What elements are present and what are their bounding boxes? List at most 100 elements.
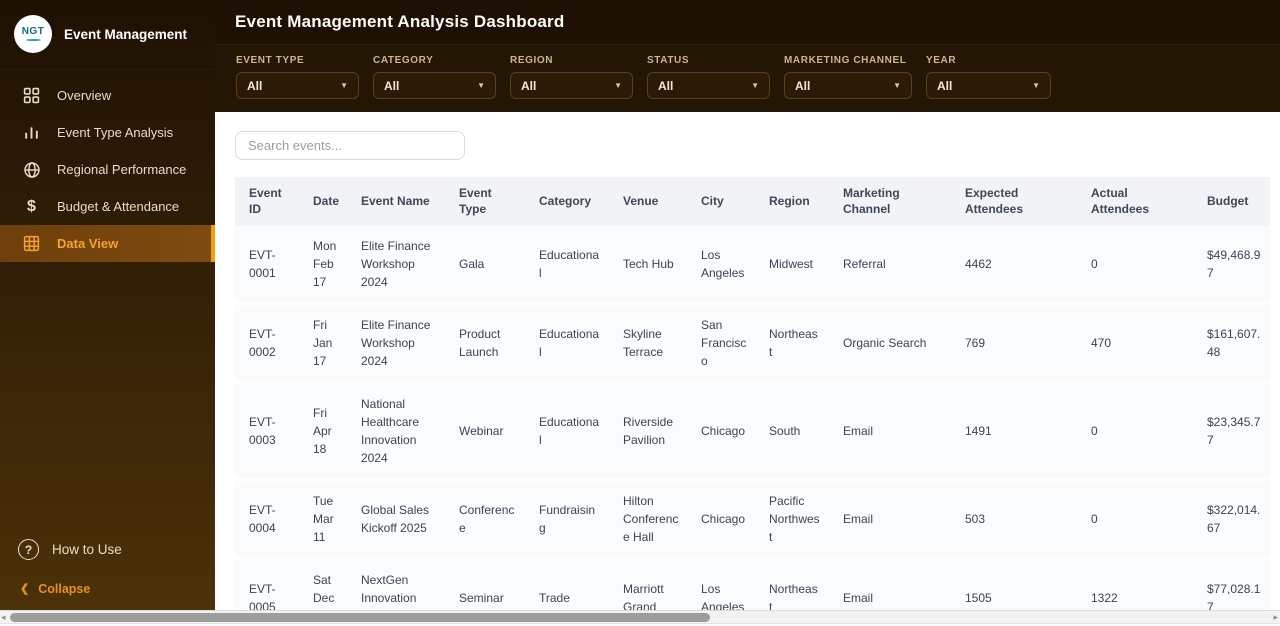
events-table: Event IDDateEvent NameEvent TypeCategory…	[235, 177, 1270, 612]
sidebar-item-overview[interactable]: Overview	[0, 77, 215, 114]
table-cell: 769	[951, 304, 1077, 383]
filter-select-region[interactable]: All▼	[510, 72, 633, 99]
top-bar: Event Management Analysis Dashboard	[215, 0, 1280, 44]
app-logo: NGT	[14, 15, 52, 53]
sidebar-nav: Overview Event Type Analysis Regional Perf…	[0, 77, 215, 262]
table-cell: Tue Mar 11	[299, 480, 347, 559]
app-title: Event Management	[64, 27, 187, 42]
filter-value: All	[521, 79, 536, 93]
dollar-icon: $	[22, 197, 41, 216]
table-cell: 1491	[951, 383, 1077, 480]
filter-select-category[interactable]: All ▼	[373, 72, 496, 99]
scroll-left-icon[interactable]: ◂	[1, 612, 6, 623]
table-cell: Northeast	[755, 559, 829, 612]
filter-value: All	[247, 79, 262, 93]
table-cell: $23,345.77	[1193, 383, 1270, 480]
sidebar-item-label: Data View	[57, 236, 118, 251]
horizontal-scrollbar[interactable]: ◂ ▸	[0, 610, 1280, 623]
column-header-expected-attendees: Expected Attendees	[951, 177, 1077, 226]
help-icon: ?	[18, 539, 39, 560]
table-cell: Email	[829, 383, 951, 480]
sidebar-item-data-view[interactable]: Data View	[0, 225, 215, 262]
filter-value: All	[658, 79, 673, 93]
table-cell: Riverside Pavilion	[609, 383, 687, 480]
chevron-down-icon: ▼	[340, 81, 348, 90]
table-row: EVT-0005Sat Dec 28NextGen Innovation For…	[235, 559, 1270, 612]
grid-icon	[22, 86, 41, 105]
sidebar-item-budget-attendance[interactable]: $Budget & Attendance	[0, 188, 215, 225]
globe-icon	[22, 160, 41, 179]
table-cell: Elite Finance Workshop 2024	[347, 226, 445, 304]
table-cell: 1322	[1077, 559, 1193, 612]
table-cell: Hilton Conference Hall	[609, 480, 687, 559]
column-header-city: City	[687, 177, 755, 226]
table-cell: Email	[829, 559, 951, 612]
page-title: Event Management Analysis Dashboard	[235, 12, 564, 32]
chevron-down-icon: ▼	[751, 81, 759, 90]
table-cell: EVT-0003	[235, 383, 299, 480]
chevron-down-icon: ▼	[893, 81, 901, 90]
table-cell: Fri Apr 18	[299, 383, 347, 480]
chevron-down-icon: ▼	[477, 81, 485, 90]
sidebar-item-how-to-use[interactable]: ? How to Use	[0, 529, 215, 570]
table-cell: 0	[1077, 226, 1193, 304]
table-row: EVT-0002Fri Jan 17Elite Finance Workshop…	[235, 304, 1270, 383]
table-cell: Conference	[445, 480, 525, 559]
sidebar-item-label: Overview	[57, 88, 111, 103]
table-cell: South	[755, 383, 829, 480]
filter-select-event-type[interactable]: All ▼	[236, 72, 359, 99]
table-cell: EVT-0004	[235, 480, 299, 559]
table-cell: 1505	[951, 559, 1077, 612]
table-cell: Mon Feb 17	[299, 226, 347, 304]
table-cell: Trade	[525, 559, 609, 612]
events-table-wrap: Event IDDateEvent NameEvent TypeCategory…	[235, 177, 1280, 612]
table-cell: Fri Jan 17	[299, 304, 347, 383]
search-input[interactable]	[235, 131, 465, 160]
filter-group-status: STATUSAll▼	[647, 55, 770, 112]
table-cell: San Francisco	[687, 304, 755, 383]
collapse-sidebar-button[interactable]: ❮ Collapse	[0, 570, 215, 600]
collapse-label: Collapse	[38, 582, 90, 596]
sidebar-footer: ? How to Use ❮ Collapse	[0, 529, 215, 612]
filter-select-year[interactable]: All▼	[926, 72, 1051, 99]
table-cell: $322,014.67	[1193, 480, 1270, 559]
table-cell: Email	[829, 480, 951, 559]
filter-label: CATEGORY	[373, 55, 496, 66]
filter-label: EVENT TYPE	[236, 55, 359, 66]
table-header-row: Event IDDateEvent NameEvent TypeCategory…	[235, 177, 1270, 226]
table-cell: 4462	[951, 226, 1077, 304]
table-cell: EVT-0002	[235, 304, 299, 383]
sidebar-item-label: Regional Performance	[57, 162, 186, 177]
filter-value: All	[384, 79, 399, 93]
table-body: EVT-0001Mon Feb 17Elite Finance Workshop…	[235, 226, 1270, 612]
table-cell: Elite Finance Workshop 2024	[347, 304, 445, 383]
sidebar-item-label: Event Type Analysis	[57, 125, 173, 140]
table-cell: Midwest	[755, 226, 829, 304]
table-cell: Chicago	[687, 383, 755, 480]
filter-label: YEAR	[926, 55, 1051, 66]
column-header-category: Category	[525, 177, 609, 226]
column-header-date: Date	[299, 177, 347, 226]
table-cell: Global Sales Kickoff 2025	[347, 480, 445, 559]
sidebar-item-event-type-analysis[interactable]: Event Type Analysis	[0, 114, 215, 151]
table-cell: Northeast	[755, 304, 829, 383]
scroll-right-icon[interactable]: ▸	[1273, 612, 1278, 623]
table-cell: $77,028.17	[1193, 559, 1270, 612]
table-cell: National Healthcare Innovation 2024	[347, 383, 445, 480]
filter-select-marketing-channel[interactable]: All ▼	[784, 72, 912, 99]
sidebar-item-regional-performance[interactable]: Regional Performance	[0, 151, 215, 188]
table-cell: Fundraising	[525, 480, 609, 559]
table-cell: Organic Search	[829, 304, 951, 383]
table-cell: NextGen Innovation Forum 2024	[347, 559, 445, 612]
table-cell: Pacific Northwest	[755, 480, 829, 559]
main-content: Event IDDateEvent NameEvent TypeCategory…	[215, 112, 1280, 612]
bar-chart-icon	[22, 123, 41, 142]
filter-group-event-type: EVENT TYPE All ▼	[236, 55, 359, 112]
table-cell: $49,468.97	[1193, 226, 1270, 304]
sidebar-header: NGT Event Management	[0, 0, 215, 67]
column-header-venue: Venue	[609, 177, 687, 226]
filter-value: All	[795, 79, 810, 93]
filter-select-status[interactable]: All ▼	[647, 72, 770, 99]
table-icon	[22, 234, 41, 253]
scrollbar-thumb[interactable]	[10, 613, 710, 622]
